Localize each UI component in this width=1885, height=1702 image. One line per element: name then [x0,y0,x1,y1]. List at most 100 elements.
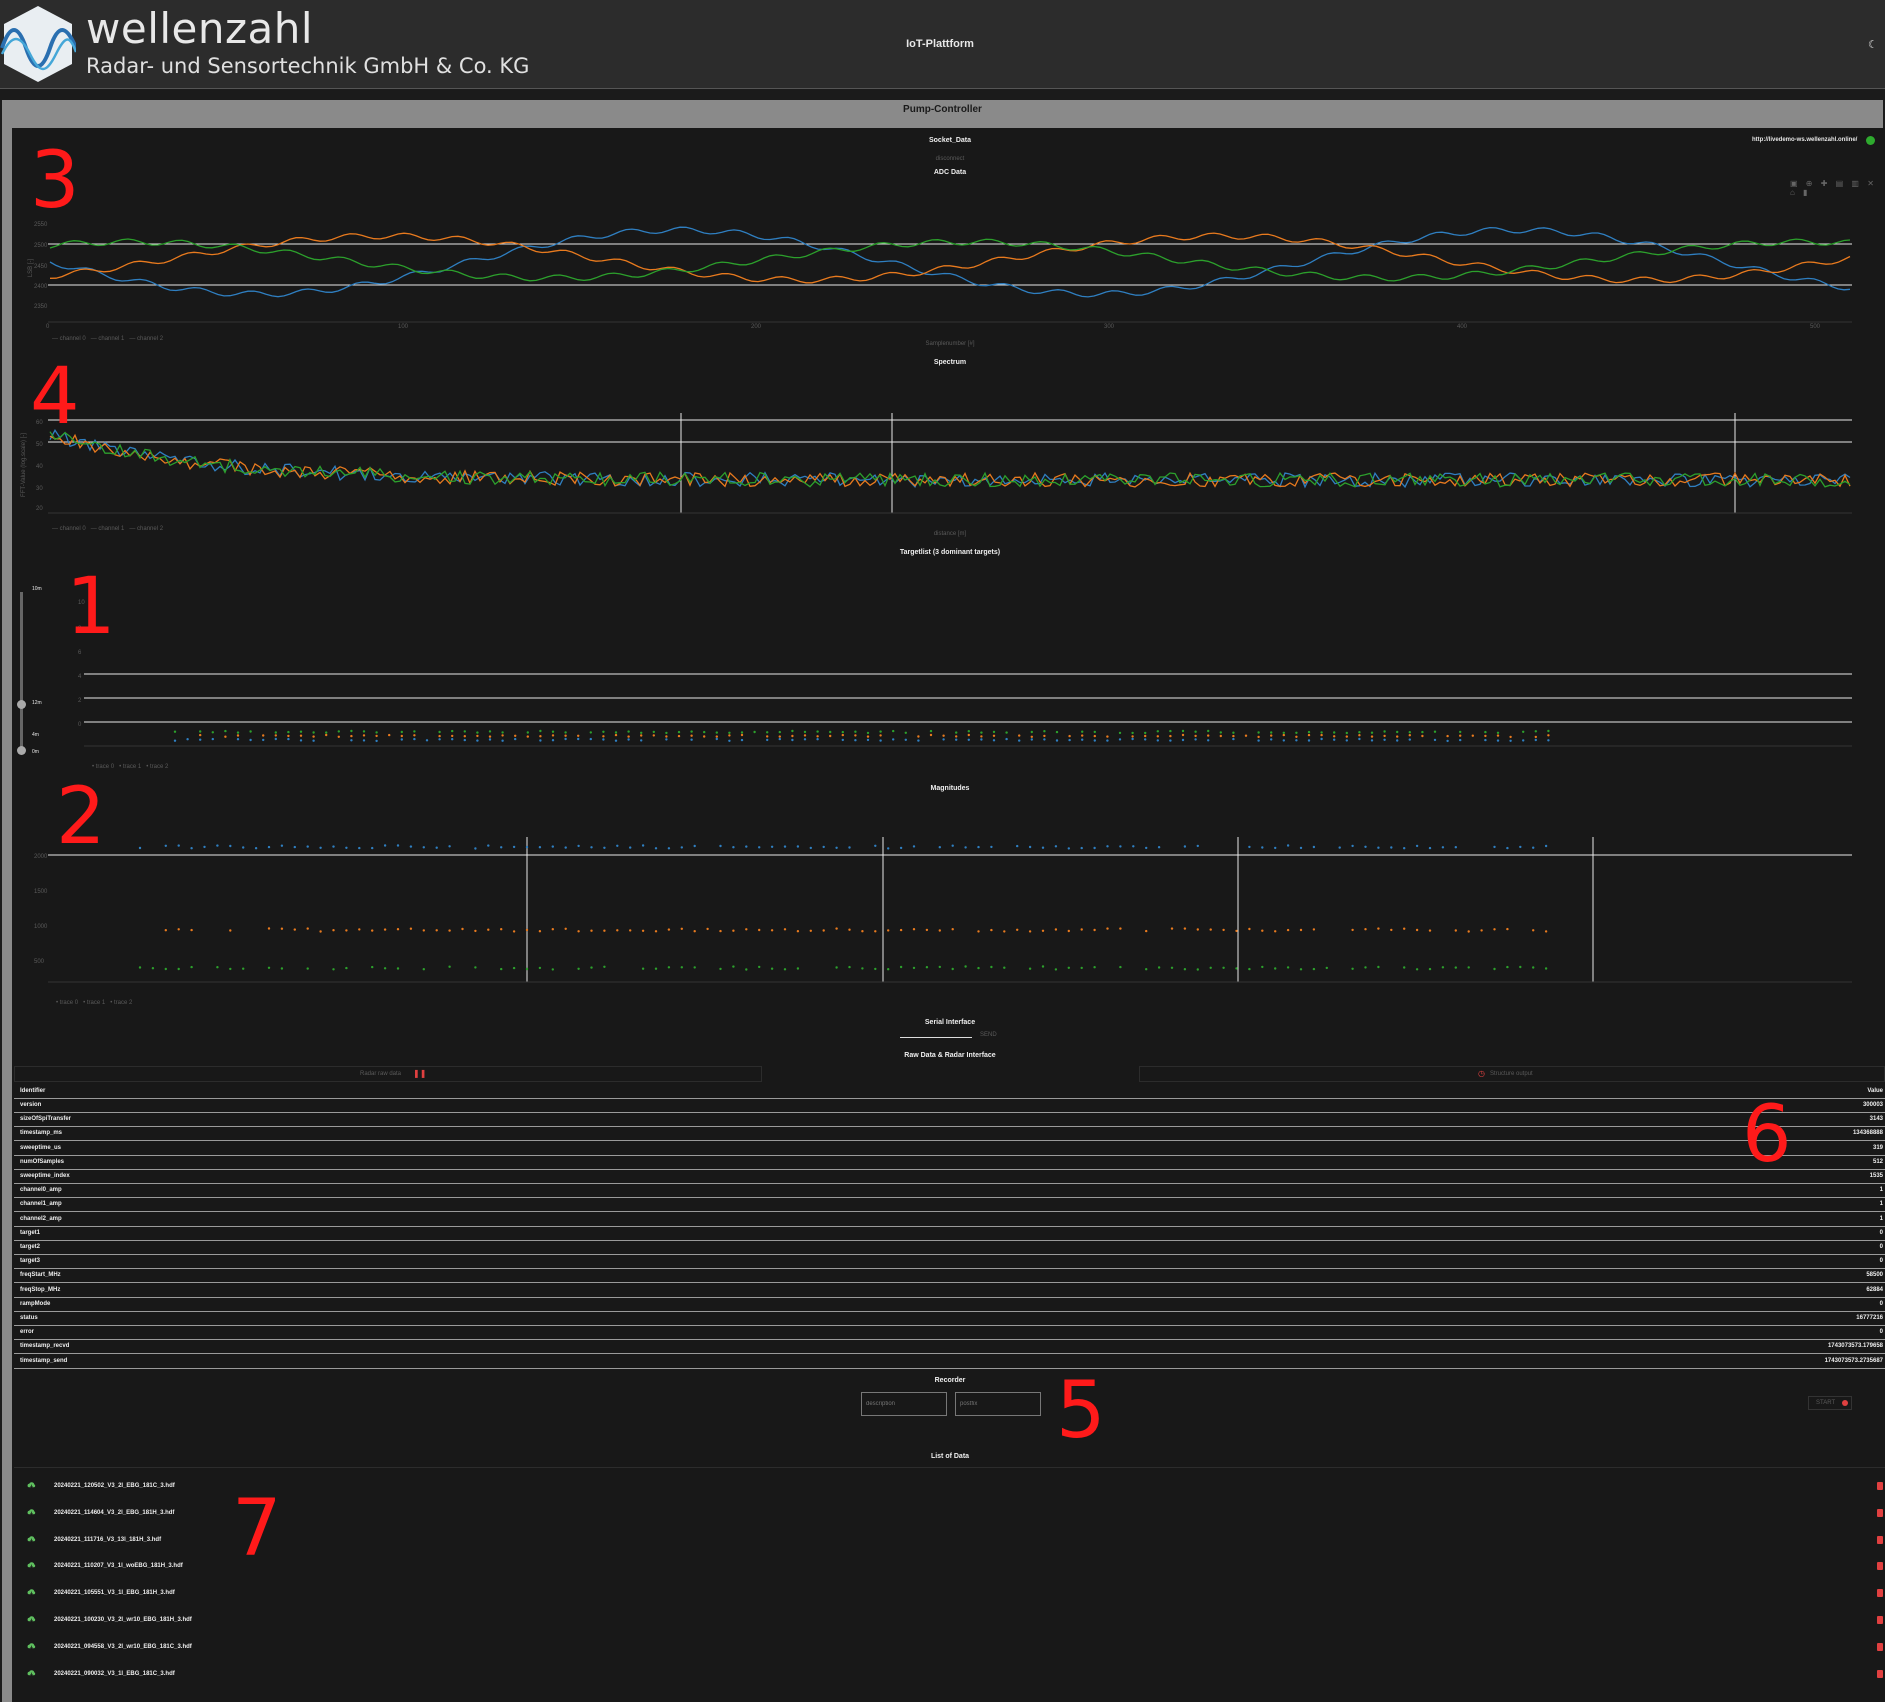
file-name[interactable]: 20240221_100230_V3_2l_wr10_EBG_181H_3.hd… [54,1617,192,1623]
target-point [778,737,781,741]
file-name[interactable]: 20240221_110207_V3_1l_woEBG_181H_3.hdf [54,1563,183,1569]
magnitude-point [1080,846,1083,850]
cloud-download-icon[interactable] [27,1669,36,1678]
target-point [274,737,277,741]
send-button[interactable]: SEND [980,1032,997,1038]
list-item[interactable]: 20240221_090032_V3_1l_EBG_181C_3.hdf [14,1662,1885,1688]
file-name[interactable]: 20240221_105551_V3_1l_EBG_181H_3.hdf [54,1590,175,1596]
magnitudes-plot[interactable]: 2000 1500 1000 500 • trace 0 • trace 1 •… [0,830,1885,1010]
postfix-input[interactable] [955,1392,1041,1416]
serial-input[interactable] [900,1037,972,1038]
magnitude-point [371,846,374,850]
target-point [199,730,202,733]
magnitude-point [835,927,838,930]
start-record-button[interactable]: START [1808,1396,1852,1410]
trash-icon[interactable] [1877,1642,1883,1651]
trash-icon[interactable] [1877,1616,1883,1624]
trash-icon[interactable] [1877,1669,1883,1678]
magnitude-point [500,967,503,971]
target-point [1383,738,1386,741]
target-point [1005,737,1008,741]
cloud-download-icon[interactable] [27,1615,36,1624]
adc-plot[interactable]: 2550 2500 2450 2400 2350 0 100 200 300 4… [0,210,1885,350]
spectrum-legend[interactable]: — channel 0 — channel 1 — channel 2 [52,526,163,532]
table-cell-value: 0 [1879,1229,1883,1236]
magnitude-point [796,930,800,933]
magnitude-point [306,967,309,970]
magnitude-point [1041,929,1045,932]
adc-legend[interactable]: — channel 0 — channel 1 — channel 2 [52,336,163,342]
recorder-title: Recorder [934,1377,966,1384]
target-point [274,731,277,734]
list-item[interactable]: 20240221_094558_V3_2l_wr10_EBG_181C_3.hd… [14,1635,1885,1661]
target-point [476,731,479,734]
cloud-download-icon[interactable] [27,1481,36,1490]
list-item[interactable]: 20240221_114604_V3_2l_EBG_181H_3.hdf [14,1501,1885,1527]
svg-text:300: 300 [1104,324,1115,330]
target-point [677,730,681,734]
magnitude-point [1157,846,1161,849]
magnitude-point [1028,967,1032,970]
magnitude-point [783,928,787,931]
trash-icon[interactable] [1877,1562,1883,1571]
magnitude-point [693,930,696,933]
target-point [413,730,416,733]
cloud-download-icon[interactable] [27,1508,36,1517]
file-name[interactable]: 20240221_120502_V3_2l_EBG_181C_3.hdf [54,1483,175,1489]
target-point [766,735,769,738]
target-point [740,738,744,742]
trash-icon[interactable] [1877,1508,1883,1517]
list-item[interactable]: 20240221_120502_V3_2l_EBG_181C_3.hdf [14,1474,1885,1500]
target-point [287,737,290,741]
target-point [1345,735,1349,738]
tab-structure-output[interactable]: ◷ Structure output [1139,1066,1885,1082]
file-name[interactable]: 20240221_094558_V3_2l_wr10_EBG_181C_3.hd… [54,1644,192,1650]
tab-radar-raw-data[interactable]: Radar raw data ❚❚ [14,1066,762,1082]
target-point [640,731,643,734]
magnitude-point [1493,845,1496,849]
magnitude-point [1377,927,1380,930]
trash-icon[interactable] [1877,1535,1883,1544]
magnitude-point [745,845,748,848]
list-item[interactable]: 20240221_100230_V3_2l_wr10_EBG_181H_3.hd… [14,1608,1885,1634]
cloud-download-icon[interactable] [27,1588,36,1597]
file-name[interactable]: 20240221_090032_V3_1l_EBG_181C_3.hdf [54,1671,175,1677]
disconnect-button[interactable]: disconnect [800,156,1100,162]
magnitude-point [654,847,658,850]
magnitude-point [770,929,774,932]
cloud-download-icon[interactable] [27,1561,36,1570]
list-item[interactable]: 20240221_111716_V3_13l_181H_3.hdf [14,1528,1885,1554]
target-point [816,735,819,738]
targetlist-plot[interactable]: 10 8 6 4 2 0 • trace 0 • trace 1 • trace… [0,590,1885,770]
annotation-7: 7 [232,1484,282,1574]
magnitude-point [758,846,761,849]
magnitude-point [538,930,542,933]
moon-icon[interactable]: ☾ [1868,38,1878,51]
target-point [1383,734,1386,738]
file-name[interactable]: 20240221_111716_V3_13l_181H_3.hdf [54,1537,161,1543]
cloud-download-icon[interactable] [27,1535,36,1544]
svg-text:1500: 1500 [34,889,48,895]
magnitude-point [667,966,671,969]
magnitude-point [641,967,645,970]
target-point [829,734,832,738]
file-name[interactable]: 20240221_114604_V3_2l_EBG_181H_3.hdf [54,1510,174,1516]
target-point [1333,735,1336,738]
magnitude-point [809,929,812,932]
list-item[interactable]: 20240221_105551_V3_1l_EBG_181H_3.hdf [14,1581,1885,1607]
cloud-download-icon[interactable] [27,1642,36,1651]
spectrum-plot[interactable]: 60 50 40 30 20 distance [m] [0,410,1885,540]
magnitude-point [732,929,735,932]
description-input[interactable] [861,1392,947,1416]
target-point [1257,735,1260,739]
target-point [1320,731,1323,734]
trash-icon[interactable] [1877,1482,1883,1490]
magnitude-point [990,928,993,932]
target-point [488,735,492,738]
list-item[interactable]: 20240221_110207_V3_1l_woEBG_181H_3.hdf [14,1554,1885,1580]
plot-toolbar[interactable]: ▣ ⊕ ✚ ▤ ▥ ✕ ⌂ ▮ [1790,179,1885,197]
trash-icon[interactable] [1877,1589,1883,1598]
magnitude-point [758,965,761,969]
magnitude-point [551,845,554,848]
table-cell-value: 319 [1872,1144,1883,1151]
